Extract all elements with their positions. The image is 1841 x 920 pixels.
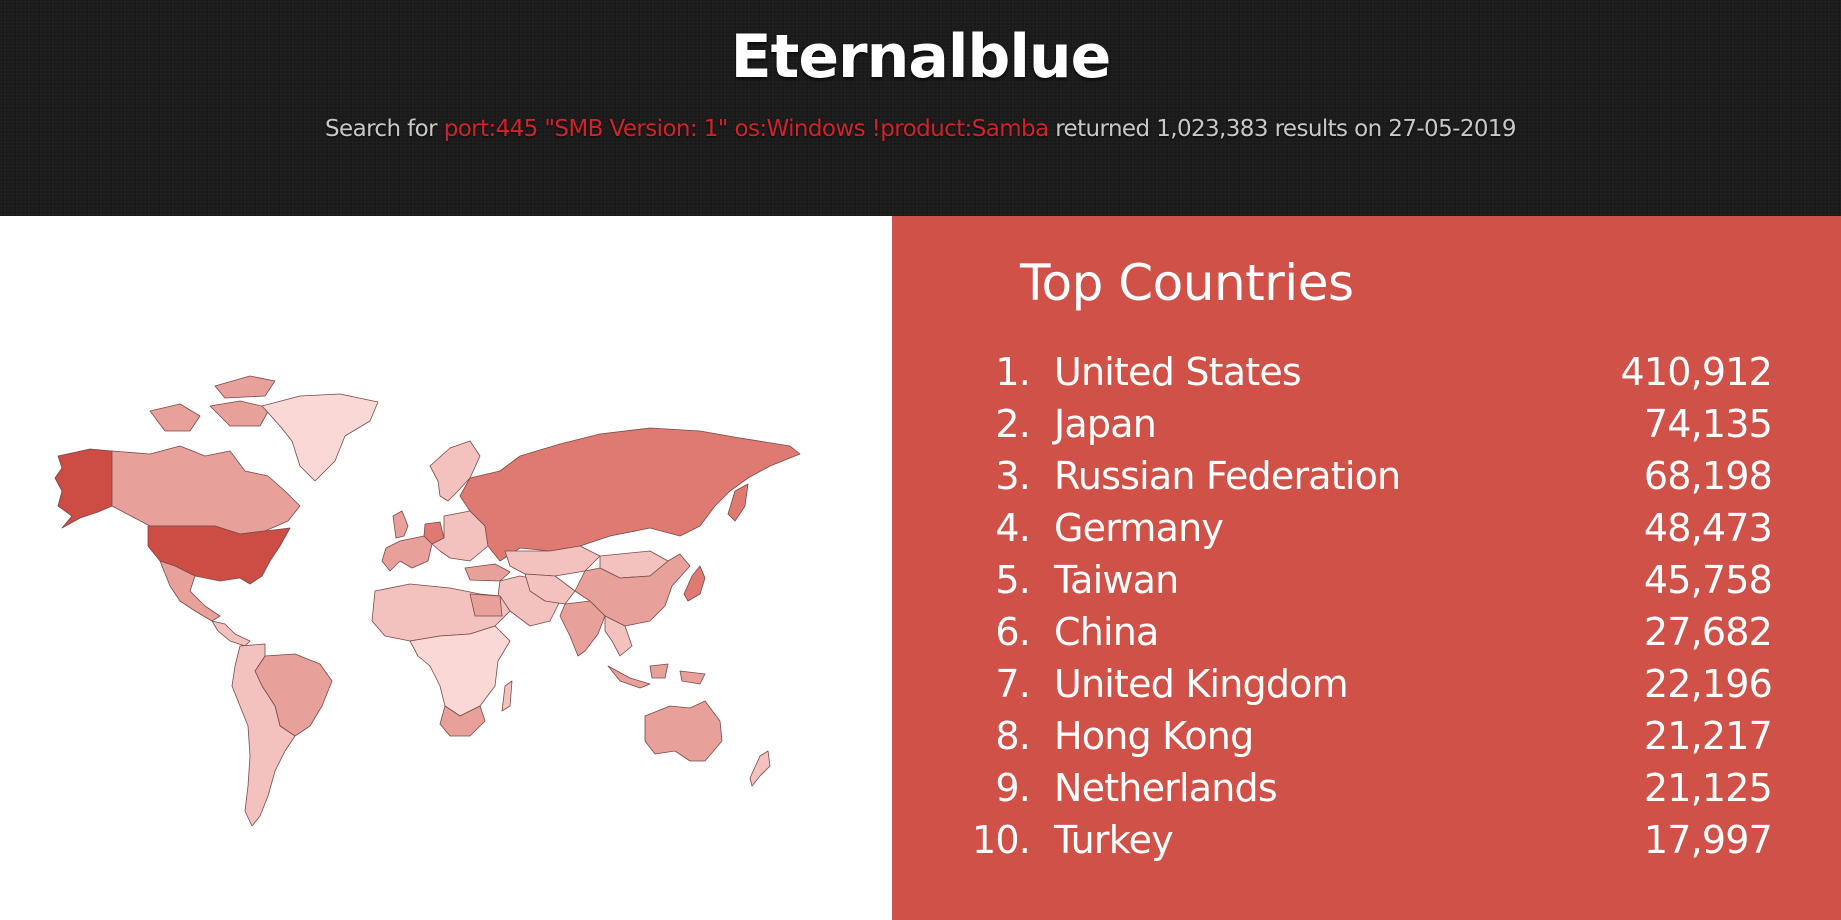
country-rank: 1.	[995, 350, 1030, 394]
country-name: Japan	[1054, 402, 1157, 446]
country-row: 9. Netherlands 21,125	[942, 762, 1772, 814]
country-rank: 2.	[995, 402, 1030, 446]
country-row: 1. United States 410,912	[942, 346, 1772, 398]
map-region-japan	[683, 565, 706, 602]
country-name: Germany	[1054, 506, 1224, 550]
search-summary-prefix: Search for	[325, 116, 444, 142]
country-name: Russian Federation	[1054, 454, 1401, 498]
country-rank: 10.	[971, 818, 1031, 862]
search-summary-suffix: returned 1,023,383 results on 27-05-2019	[1048, 116, 1516, 142]
map-region-western-europe	[381, 535, 433, 572]
country-rank: 4.	[995, 506, 1030, 550]
country-rank: 6.	[995, 610, 1030, 654]
country-rank: 3.	[995, 454, 1030, 498]
top-countries-title: Top Countries	[1020, 254, 1354, 312]
country-count: 27,682	[1643, 610, 1773, 654]
top-countries-list: 1. United States 410,912 2. Japan 74,135…	[942, 346, 1773, 866]
map-region-alaska	[54, 448, 113, 529]
country-count: 48,473	[1643, 506, 1773, 550]
country-row: 7. United Kingdom 22,196	[942, 658, 1772, 710]
search-query: port:445 "SMB Version: 1" os:Windows !pr…	[443, 116, 1049, 142]
country-row: 6. China 27,682	[942, 606, 1772, 658]
top-countries-panel: Top Countries 1. United States 410,912 2…	[892, 216, 1841, 920]
country-count: 410,912	[1620, 350, 1772, 394]
country-name: Hong Kong	[1054, 714, 1254, 758]
country-row: 5. Taiwan 45,758	[942, 554, 1772, 606]
map-region-australia	[644, 700, 723, 762]
country-row: 4. Germany 48,473	[942, 502, 1772, 554]
country-count: 21,125	[1643, 766, 1773, 810]
country-count: 68,198	[1643, 454, 1773, 498]
header: Eternalblue Search for port:445 "SMB Ver…	[0, 0, 1841, 216]
country-name: China	[1054, 610, 1159, 654]
country-row: 8. Hong Kong 21,217	[942, 710, 1772, 762]
map-region-turkey	[464, 563, 511, 582]
country-name: United Kingdom	[1054, 662, 1349, 706]
country-count: 45,758	[1643, 558, 1773, 602]
country-name: United States	[1054, 350, 1302, 394]
map-region-india	[559, 600, 606, 657]
map-region-canada	[111, 445, 301, 535]
country-name: Turkey	[1054, 818, 1174, 862]
map-region-united-kingdom	[392, 510, 409, 539]
map-region-egypt	[469, 593, 503, 617]
map-region-central-africa	[409, 625, 511, 717]
country-count: 17,997	[1643, 818, 1773, 862]
map-region-canada-arctic	[149, 375, 276, 432]
map-region-central-america	[211, 620, 251, 647]
page-title: Eternalblue	[730, 22, 1112, 92]
map-region-russia	[459, 427, 801, 562]
country-rank: 9.	[995, 766, 1030, 810]
country-row: 3. Russian Federation 68,198	[942, 450, 1772, 502]
country-name: Netherlands	[1054, 766, 1278, 810]
world-map	[54, 375, 801, 827]
country-count: 74,135	[1643, 402, 1773, 446]
country-row: 10. Turkey 17,997	[942, 814, 1773, 866]
map-region-madagascar	[501, 680, 513, 712]
country-rank: 7.	[995, 662, 1030, 706]
country-name: Taiwan	[1054, 558, 1179, 602]
map-region-indonesia	[607, 663, 706, 689]
country-rank: 8.	[995, 714, 1030, 758]
map-region-greenland	[261, 393, 379, 482]
country-row: 2. Japan 74,135	[942, 398, 1772, 450]
country-count: 22,196	[1643, 662, 1773, 706]
country-count: 21,217	[1643, 714, 1773, 758]
world-map-panel	[0, 216, 892, 920]
search-summary: Search for port:445 "SMB Version: 1" os:…	[0, 116, 1841, 142]
map-region-new-zealand	[749, 750, 771, 787]
country-rank: 5.	[995, 558, 1030, 602]
